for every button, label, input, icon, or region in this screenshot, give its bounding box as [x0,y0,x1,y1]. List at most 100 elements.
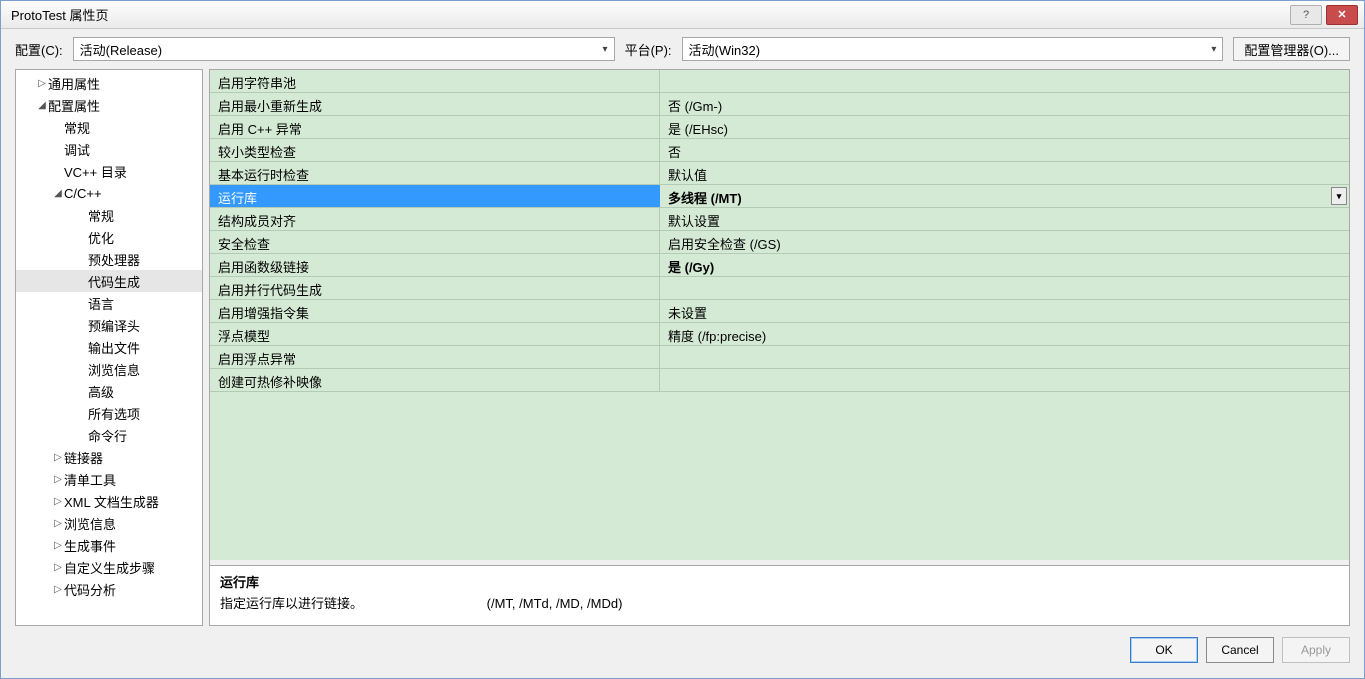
property-row[interactable]: 较小类型检查否 [210,139,1349,162]
property-value[interactable] [660,346,1349,368]
property-value[interactable]: 精度 (/fp:precise) [660,323,1349,345]
property-name: 运行库 [210,185,660,207]
tree-item-label: C/C++ [64,186,102,201]
tree-item[interactable]: ◢配置属性 [16,94,202,116]
tree-item[interactable]: 常规 [16,116,202,138]
tree-item[interactable]: ▷清单工具 [16,468,202,490]
tree-item[interactable]: ▷浏览信息 [16,512,202,534]
description-panel: 运行库 指定运行库以进行链接。 (/MT, /MTd, /MD, /MDd) [210,565,1349,625]
property-name: 基本运行时检查 [210,162,660,184]
property-row[interactable]: 运行库多线程 (/MT)▾ [210,185,1349,208]
property-value[interactable]: 默认设置 [660,208,1349,230]
property-value[interactable]: 启用安全检查 (/GS) [660,231,1349,253]
tree-item-label: 高级 [88,382,114,401]
property-name: 启用并行代码生成 [210,277,660,299]
property-row[interactable]: 启用函数级链接是 (/Gy) [210,254,1349,277]
property-value[interactable] [660,369,1349,391]
tree-item[interactable]: 命令行 [16,424,202,446]
tree-item-label: 清单工具 [64,470,116,489]
tree-caret-icon: ▷ [36,78,48,89]
ok-button[interactable]: OK [1130,637,1198,663]
tree-item[interactable]: ▷链接器 [16,446,202,468]
tree-item-label: 配置属性 [48,96,100,115]
tree-item[interactable]: 常规 [16,204,202,226]
config-manager-button[interactable]: 配置管理器(O)... [1233,37,1350,61]
tree-item-label: 链接器 [64,448,103,467]
property-row[interactable]: 启用浮点异常 [210,346,1349,369]
help-button[interactable]: ? [1290,5,1322,25]
tree-item[interactable]: VC++ 目录 [16,160,202,182]
property-panel: 启用字符串池启用最小重新生成否 (/Gm-)启用 C++ 异常是 (/EHsc)… [209,69,1350,626]
tree-item[interactable]: 高级 [16,380,202,402]
platform-value: 活动(Win32) [689,40,761,59]
property-row[interactable]: 启用 C++ 异常是 (/EHsc) [210,116,1349,139]
tree-caret-icon: ▷ [52,540,64,551]
property-row[interactable]: 结构成员对齐默认设置 [210,208,1349,231]
tree-item[interactable]: 调试 [16,138,202,160]
config-value: 活动(Release) [80,40,162,59]
tree-item-label: 生成事件 [64,536,116,555]
tree-item[interactable]: ▷生成事件 [16,534,202,556]
close-button[interactable]: ✕ [1326,5,1358,25]
property-value[interactable]: 否 [660,139,1349,161]
property-row[interactable]: 基本运行时检查默认值 [210,162,1349,185]
description-title: 运行库 [220,572,1339,591]
tree-item-label: 代码分析 [64,580,116,599]
cancel-button[interactable]: Cancel [1206,637,1274,663]
footer: OK Cancel Apply [1,634,1364,678]
tree-item[interactable]: 所有选项 [16,402,202,424]
tree-item[interactable]: 优化 [16,226,202,248]
property-row[interactable]: 创建可热修补映像 [210,369,1349,392]
tree-item[interactable]: 预编译头 [16,314,202,336]
property-value[interactable]: 否 (/Gm-) [660,93,1349,115]
config-dropdown[interactable]: 活动(Release) [73,37,615,61]
tree-item[interactable]: ◢C/C++ [16,182,202,204]
property-value[interactable]: 多线程 (/MT)▾ [660,185,1349,207]
tree-item-label: 所有选项 [88,404,140,423]
tree-caret-icon: ◢ [52,188,64,199]
toolbar: 配置(C): 活动(Release) 平台(P): 活动(Win32) 配置管理… [1,29,1364,69]
property-row[interactable]: 启用增强指令集未设置 [210,300,1349,323]
tree-item-label: 调试 [64,140,90,159]
tree-caret-icon: ▷ [52,562,64,573]
property-value[interactable]: 默认值 [660,162,1349,184]
property-value[interactable]: 是 (/Gy) [660,254,1349,276]
tree-item[interactable]: 代码生成 [16,270,202,292]
property-name: 启用函数级链接 [210,254,660,276]
tree-item-label: 自定义生成步骤 [64,558,155,577]
property-grid[interactable]: 启用字符串池启用最小重新生成否 (/Gm-)启用 C++ 异常是 (/EHsc)… [210,70,1349,560]
property-value[interactable]: 未设置 [660,300,1349,322]
property-value[interactable] [660,70,1349,92]
tree-item[interactable]: 浏览信息 [16,358,202,380]
tree-item-label: XML 文档生成器 [64,492,159,511]
tree-item-label: VC++ 目录 [64,162,127,181]
property-row[interactable]: 安全检查启用安全检查 (/GS) [210,231,1349,254]
tree-item[interactable]: 输出文件 [16,336,202,358]
property-value[interactable]: 是 (/EHsc) [660,116,1349,138]
property-name: 启用浮点异常 [210,346,660,368]
dialog-window: ProtoTest 属性页 ? ✕ 配置(C): 活动(Release) 平台(… [0,0,1365,679]
window-title: ProtoTest 属性页 [11,5,1290,24]
platform-dropdown[interactable]: 活动(Win32) [682,37,1224,61]
property-value[interactable] [660,277,1349,299]
tree-caret-icon: ◢ [36,100,48,111]
property-name: 浮点模型 [210,323,660,345]
tree-item-label: 命令行 [88,426,127,445]
tree-item-label: 输出文件 [88,338,140,357]
tree-item[interactable]: ▷通用属性 [16,72,202,94]
apply-button[interactable]: Apply [1282,637,1350,663]
category-tree[interactable]: ▷通用属性◢配置属性常规调试VC++ 目录◢C/C++常规优化预处理器代码生成语… [15,69,203,626]
tree-item[interactable]: ▷代码分析 [16,578,202,600]
tree-caret-icon: ▷ [52,584,64,595]
tree-item[interactable]: ▷自定义生成步骤 [16,556,202,578]
tree-item-label: 预处理器 [88,250,140,269]
property-row[interactable]: 启用字符串池 [210,70,1349,93]
tree-item[interactable]: ▷XML 文档生成器 [16,490,202,512]
property-row[interactable]: 启用并行代码生成 [210,277,1349,300]
titlebar[interactable]: ProtoTest 属性页 ? ✕ [1,1,1364,29]
property-row[interactable]: 启用最小重新生成否 (/Gm-) [210,93,1349,116]
tree-item[interactable]: 语言 [16,292,202,314]
dropdown-icon[interactable]: ▾ [1331,187,1347,205]
property-row[interactable]: 浮点模型精度 (/fp:precise) [210,323,1349,346]
tree-item[interactable]: 预处理器 [16,248,202,270]
